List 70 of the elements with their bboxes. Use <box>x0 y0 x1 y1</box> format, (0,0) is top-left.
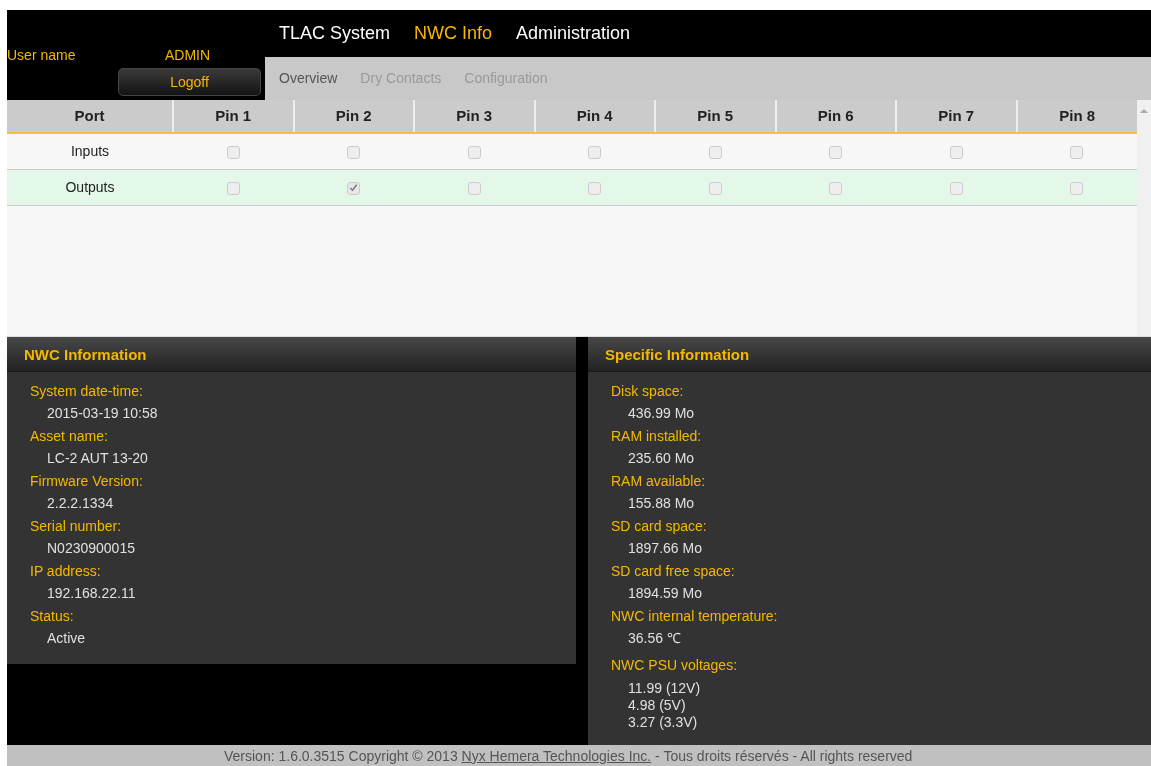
info-label: IP address: <box>30 561 102 581</box>
checkbox[interactable] <box>829 182 843 196</box>
info-label: Asset name: <box>30 426 109 446</box>
table-cell: Inputs <box>7 132 173 170</box>
info-value: 4.98 (5V) <box>628 697 687 715</box>
info-label: RAM available: <box>611 471 707 491</box>
info-label: Serial number: <box>30 516 123 536</box>
checkbox[interactable] <box>226 182 240 196</box>
info-label: SD card space: <box>611 516 708 536</box>
column-header: Port <box>7 99 173 133</box>
info-label: Firmware Version: <box>30 471 144 491</box>
info-value: 1897.66 Mo <box>628 539 703 559</box>
info-value: 2015-03-19 10:58 <box>47 404 159 424</box>
info-label: NWC internal temperature: <box>611 606 779 626</box>
column-header: Pin 6 <box>775 99 896 133</box>
scroll-up-icon[interactable] <box>1140 107 1148 114</box>
checkbox[interactable] <box>708 182 722 196</box>
subnav-tab[interactable]: Overview <box>279 70 338 87</box>
info-value: N0230900015 <box>47 539 136 559</box>
info-value: 1894.59 Mo <box>628 584 703 604</box>
column-header: Pin 2 <box>293 99 414 133</box>
checkbox[interactable] <box>1070 146 1084 160</box>
checkbox[interactable] <box>588 146 602 160</box>
info-value: 192.168.22.11 <box>47 584 137 604</box>
info-label: System date-time: <box>30 381 144 401</box>
info-value: 155.88 Mo <box>628 494 696 514</box>
column-header: Pin 8 <box>1016 99 1137 133</box>
column-header: Pin 3 <box>414 99 535 133</box>
logoff-button[interactable]: Logoff <box>118 67 261 96</box>
info-label: Disk space: <box>611 381 685 401</box>
nav-tab[interactable]: NWC Info <box>414 23 493 44</box>
user-name: ADMIN <box>165 46 211 63</box>
info-value: 436.99 Mo <box>628 404 696 424</box>
checkbox[interactable] <box>1070 182 1084 196</box>
scrollbar[interactable] <box>1137 99 1151 336</box>
checkbox[interactable] <box>949 146 963 160</box>
checkbox[interactable] <box>226 146 240 160</box>
column-header: Pin 7 <box>896 99 1017 133</box>
table-row[interactable]: Outputs <box>7 169 1137 206</box>
info-label: NWC PSU voltages: <box>611 655 739 675</box>
checkbox[interactable] <box>347 146 361 160</box>
column-header: Pin 4 <box>534 99 655 133</box>
info-value: 36.56 ℃ <box>628 629 682 649</box>
panel-title: NWC Information <box>7 336 576 372</box>
column-header: Pin 5 <box>655 99 776 133</box>
info-label: RAM installed: <box>611 426 703 446</box>
table-row[interactable]: Inputs <box>7 132 1137 170</box>
nav-tab[interactable]: Administration <box>516 23 631 44</box>
checkbox[interactable] <box>467 146 481 160</box>
info-value: 11.99 (12V) <box>628 680 702 698</box>
nav-tab[interactable]: TLAC System <box>279 23 391 44</box>
info-value: Active <box>47 629 87 649</box>
info-value: LC-2 AUT 13-20 <box>47 449 149 469</box>
table-cell: Outputs <box>7 169 173 206</box>
panel-title: Specific Information <box>588 336 1151 372</box>
footer-text: Version: 1.6.0.3515 Copyright © 2013 Nyx Hemera Technologies Inc. - Tous droits réservés - All rights reserved <box>224 747 913 764</box>
company-link[interactable]: Nyx Hemera Technologies Inc. <box>461 747 652 764</box>
info-label: Status: <box>30 606 75 626</box>
checkbox[interactable] <box>949 182 963 196</box>
info-value: 2.2.2.1334 <box>47 494 115 514</box>
checkbox[interactable] <box>467 182 481 196</box>
user-name-label: User name <box>7 46 77 63</box>
info-label: SD card free space: <box>611 561 736 581</box>
checkbox[interactable] <box>708 146 722 160</box>
info-value: 3.27 (3.3V) <box>628 714 699 732</box>
checkbox[interactable] <box>829 146 843 160</box>
checkbox[interactable] <box>588 182 602 196</box>
info-value: 235.60 Mo <box>628 449 696 469</box>
column-header: Pin 1 <box>173 99 294 133</box>
checkbox[interactable] <box>347 182 361 196</box>
